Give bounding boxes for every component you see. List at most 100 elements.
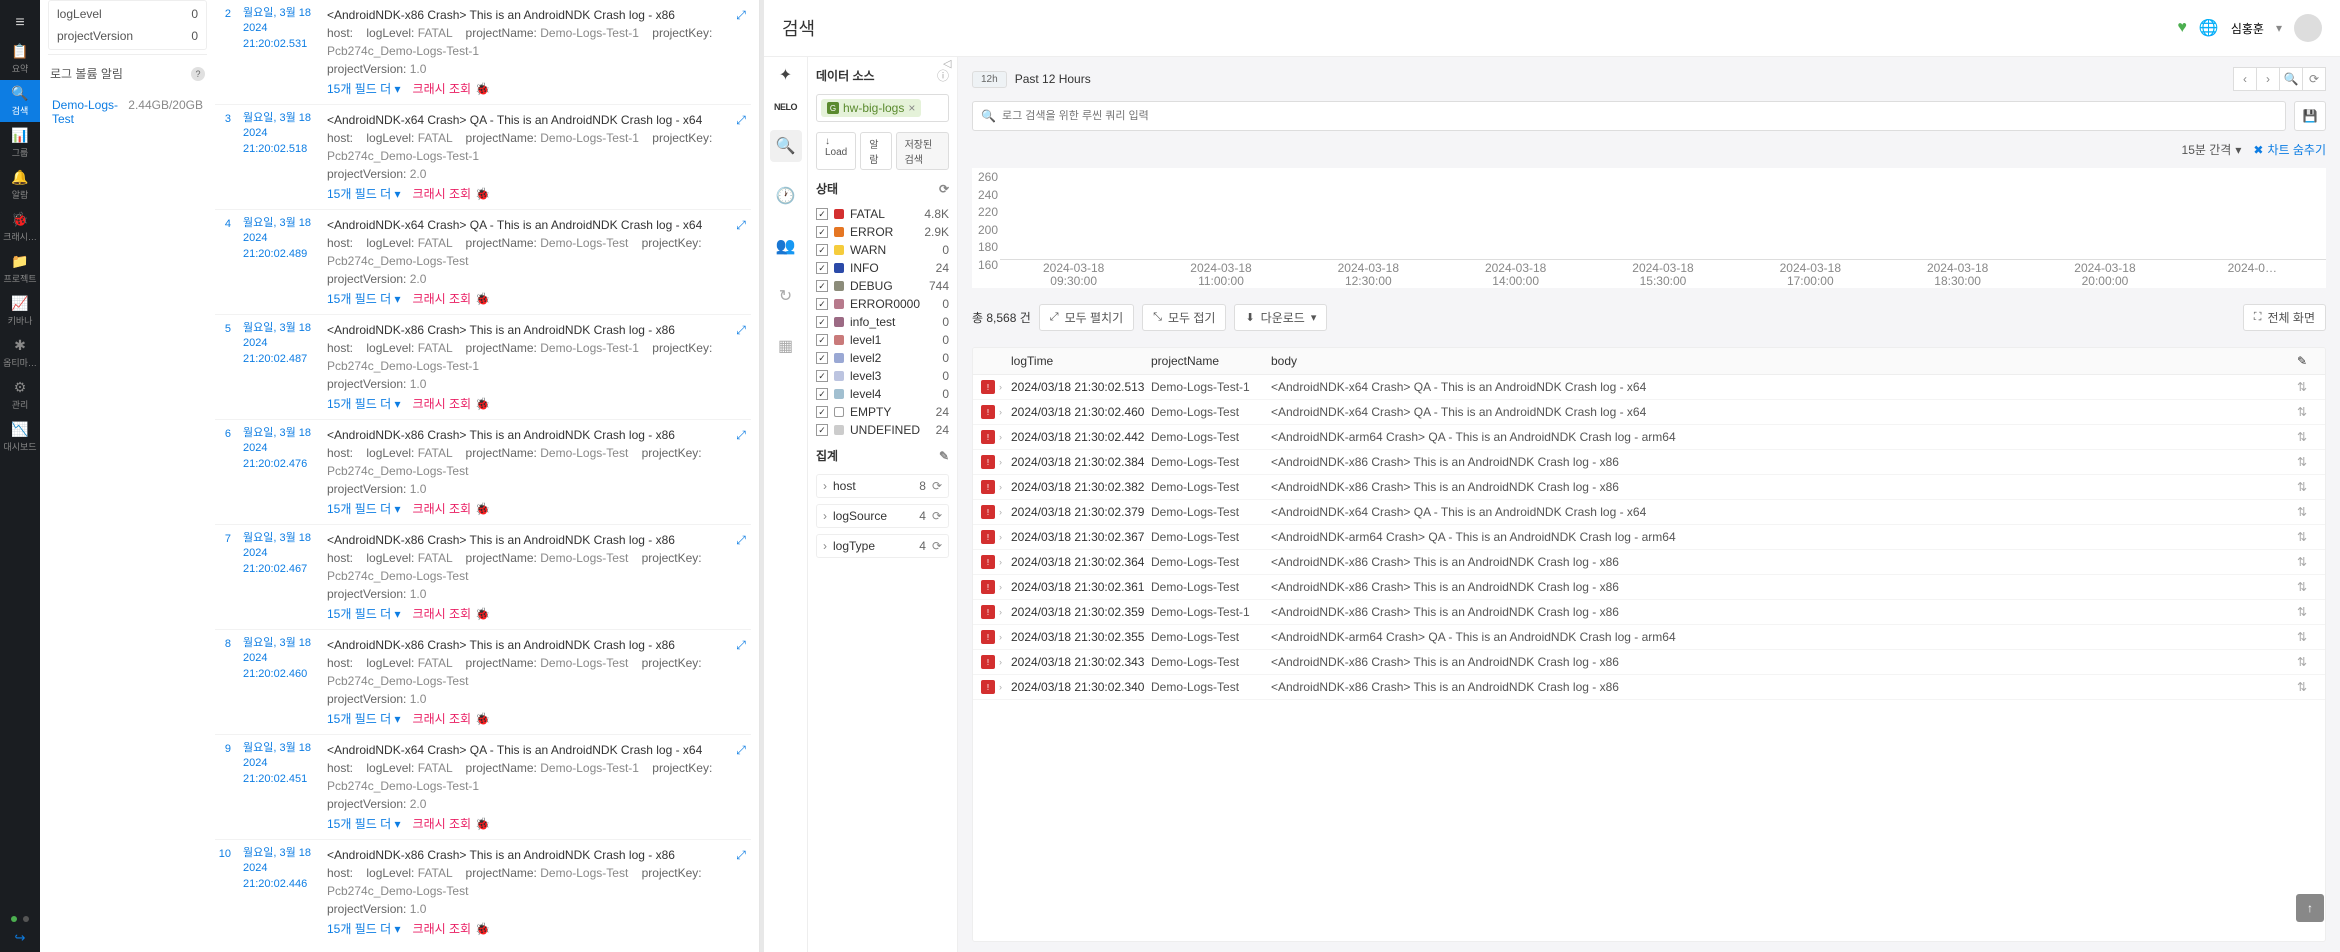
log-time[interactable]: 월요일, 3월 18 202421:20:02.489 [243, 216, 315, 308]
status-item[interactable]: ✓ level2 0 [816, 351, 949, 365]
edit-icon[interactable]: ✎ [939, 449, 949, 463]
chip-close-icon[interactable]: × [908, 101, 915, 115]
more-fields-button[interactable]: 15개 필드 더 ▾ [327, 290, 401, 308]
table-row[interactable]: ! › 2024/03/18 21:30:02.382 Demo-Logs-Te… [973, 475, 2325, 500]
refresh-icon[interactable]: ⟳ [932, 509, 942, 523]
expand-log-button[interactable]: ⤢ [731, 111, 751, 203]
sidebar-item-admin[interactable]: ⚙ 관리 [0, 374, 40, 416]
hide-chart-button[interactable]: ✖ 차트 숨추기 [2253, 141, 2326, 158]
tool-search[interactable]: 🔍 [770, 130, 802, 162]
table-row[interactable]: ! › 2024/03/18 21:30:02.460 Demo-Logs-Te… [973, 400, 2325, 425]
sidebar-item-group[interactable]: 📊 그룹 [0, 122, 40, 164]
help-icon[interactable]: ? [191, 67, 205, 81]
agg-item[interactable]: › host 8 ⟳ [816, 474, 949, 498]
table-row[interactable]: ! › 2024/03/18 21:30:02.442 Demo-Logs-Te… [973, 425, 2325, 450]
row-action-icon[interactable]: ⇅ [2297, 655, 2317, 669]
project-volume-row[interactable]: Demo-Logs-Test 2.44GB/20GB [48, 90, 207, 134]
zoom-button[interactable]: 🔍 [2279, 67, 2303, 91]
expand-log-button[interactable]: ⤢ [731, 6, 751, 98]
scroll-top-button[interactable]: ↑ [2296, 894, 2324, 922]
table-row[interactable]: ! › 2024/03/18 21:30:02.384 Demo-Logs-Te… [973, 450, 2325, 475]
more-fields-button[interactable]: 15개 필드 더 ▾ [327, 605, 401, 623]
table-row[interactable]: ! › 2024/03/18 21:30:02.367 Demo-Logs-Te… [973, 525, 2325, 550]
expand-row-icon[interactable]: › [999, 557, 1002, 567]
table-row[interactable]: ! › 2024/03/18 21:30:02.359 Demo-Logs-Te… [973, 600, 2325, 625]
collapse-all-button[interactable]: ⤡ 모두 접기 [1142, 304, 1226, 331]
more-fields-button[interactable]: 15개 필드 더 ▾ [327, 185, 401, 203]
log-time[interactable]: 월요일, 3월 18 202421:20:02.487 [243, 321, 315, 413]
checkbox[interactable]: ✓ [816, 280, 828, 292]
expand-row-icon[interactable]: › [999, 482, 1002, 492]
refresh-icon[interactable]: ⟳ [932, 539, 942, 553]
refresh-button[interactable]: ⟳ [2302, 67, 2326, 91]
search-input[interactable] [1002, 110, 2277, 122]
table-row[interactable]: ! › 2024/03/18 21:30:02.343 Demo-Logs-Te… [973, 650, 2325, 675]
status-item[interactable]: ✓ level4 0 [816, 387, 949, 401]
expand-log-button[interactable]: ⤢ [731, 321, 751, 413]
next-page-button[interactable]: 다음 페이지 › [215, 944, 751, 952]
status-dot-green[interactable] [11, 916, 17, 922]
status-item[interactable]: ✓ info_test 0 [816, 315, 949, 329]
expand-all-button[interactable]: ⤢ 모두 펼치기 [1039, 304, 1134, 331]
checkbox[interactable]: ✓ [816, 370, 828, 382]
expand-row-icon[interactable]: › [999, 507, 1002, 517]
crash-view-button[interactable]: 크래시 조회 🐞 [413, 395, 491, 413]
col-settings-icon[interactable]: ✎ [2297, 354, 2317, 368]
refresh-icon[interactable]: ⟳ [939, 182, 949, 196]
tool-history[interactable]: ↻ [770, 280, 802, 312]
filter-projectversion[interactable]: projectVersion 0 [57, 29, 198, 43]
expand-row-icon[interactable]: › [999, 432, 1002, 442]
crash-view-button[interactable]: 크래시 조회 🐞 [413, 710, 491, 728]
hamburger-menu[interactable]: ≡ [0, 8, 40, 38]
prev-button[interactable]: ‹ [2233, 67, 2257, 91]
avatar[interactable] [2294, 14, 2322, 42]
col-body[interactable]: body [1271, 354, 2297, 368]
expand-row-icon[interactable]: › [999, 657, 1002, 667]
row-action-icon[interactable]: ⇅ [2297, 380, 2317, 394]
expand-row-icon[interactable]: › [999, 532, 1002, 542]
row-action-icon[interactable]: ⇅ [2297, 430, 2317, 444]
more-fields-button[interactable]: 15개 필드 더 ▾ [327, 395, 401, 413]
status-item[interactable]: ✓ level1 0 [816, 333, 949, 347]
chart-bars[interactable] [1000, 168, 2326, 260]
interval-dropdown[interactable]: 15분 간격 ▾ [2182, 141, 2242, 158]
load-button[interactable]: ↓ Load [816, 132, 856, 170]
status-item[interactable]: ✓ EMPTY 24 [816, 405, 949, 419]
table-row[interactable]: ! › 2024/03/18 21:30:02.361 Demo-Logs-Te… [973, 575, 2325, 600]
sidebar-item-search[interactable]: 🔍 검색 [0, 80, 40, 122]
log-time[interactable]: 월요일, 3월 18 202421:20:02.531 [243, 6, 315, 98]
row-action-icon[interactable]: ⇅ [2297, 455, 2317, 469]
status-item[interactable]: ✓ INFO 24 [816, 261, 949, 275]
sidebar-item-optima[interactable]: ✱ 옵티마… [0, 332, 40, 374]
status-item[interactable]: ✓ level3 0 [816, 369, 949, 383]
more-fields-button[interactable]: 15개 필드 더 ▾ [327, 920, 401, 938]
checkbox[interactable]: ✓ [816, 298, 828, 310]
row-action-icon[interactable]: ⇅ [2297, 630, 2317, 644]
sidebar-item-project[interactable]: 📁 프로젝트 [0, 248, 40, 290]
sidebar-item-summary[interactable]: 📋 요약 [0, 38, 40, 80]
expand-row-icon[interactable]: › [999, 582, 1002, 592]
crash-view-button[interactable]: 크래시 조회 🐞 [413, 605, 491, 623]
log-time[interactable]: 월요일, 3월 18 202421:20:02.446 [243, 846, 315, 938]
expand-log-button[interactable]: ⤢ [731, 846, 751, 938]
table-row[interactable]: ! › 2024/03/18 21:30:02.379 Demo-Logs-Te… [973, 500, 2325, 525]
tool-users[interactable]: 👥 [770, 230, 802, 262]
expand-row-icon[interactable]: › [999, 407, 1002, 417]
status-item[interactable]: ✓ FATAL 4.8K [816, 207, 949, 221]
fullscreen-button[interactable]: ⛶ 전체 화면 [2243, 304, 2326, 331]
table-row[interactable]: ! › 2024/03/18 21:30:02.364 Demo-Logs-Te… [973, 550, 2325, 575]
expand-log-button[interactable]: ⤢ [731, 741, 751, 833]
row-action-icon[interactable]: ⇅ [2297, 605, 2317, 619]
crash-view-button[interactable]: 크래시 조회 🐞 [413, 290, 491, 308]
checkbox[interactable]: ✓ [816, 316, 828, 328]
time-range-chip[interactable]: 12h [972, 71, 1007, 88]
expand-row-icon[interactable]: › [999, 682, 1002, 692]
checkbox[interactable]: ✓ [816, 262, 828, 274]
log-time[interactable]: 월요일, 3월 18 202421:20:02.518 [243, 111, 315, 203]
expand-row-icon[interactable]: › [999, 607, 1002, 617]
status-item[interactable]: ✓ ERROR 2.9K [816, 225, 949, 239]
download-button[interactable]: ⬇ 다운로드 ▾ [1234, 304, 1327, 331]
collapse-panel-icon[interactable]: ◁ [943, 57, 957, 71]
expand-log-button[interactable]: ⤢ [731, 636, 751, 728]
tool-clock[interactable]: 🕐 [770, 180, 802, 212]
